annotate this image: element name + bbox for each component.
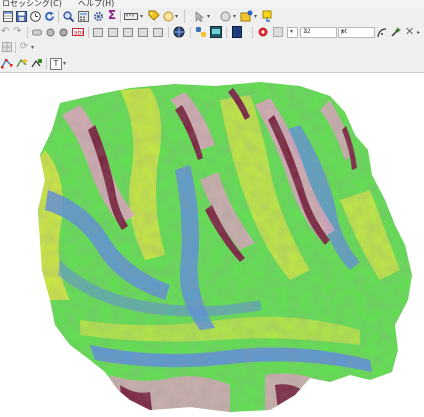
toolbar-annotations: T ▾ <box>0 55 424 73</box>
clock-icon[interactable] <box>30 11 41 22</box>
chevron-down-icon[interactable]: ▾ <box>254 13 257 20</box>
zoom-identify-icon[interactable] <box>63 11 74 22</box>
pointer-icon[interactable] <box>194 11 205 22</box>
terrain-texture <box>38 82 412 412</box>
close-icon[interactable]: ✕ <box>405 26 414 37</box>
toolbar-separator <box>190 27 191 38</box>
node-tool-icon[interactable] <box>1 58 13 69</box>
label-icon[interactable] <box>220 11 231 22</box>
curve-icon[interactable] <box>377 27 387 38</box>
calculator-icon[interactable] <box>78 11 89 22</box>
toolbar-separator <box>15 42 16 53</box>
database-icon[interactable] <box>210 26 222 38</box>
pin-icon[interactable] <box>32 28 42 37</box>
redo-icon[interactable]: ↷ <box>13 27 21 37</box>
magic-wand-icon[interactable] <box>390 26 402 38</box>
toolbar-separator <box>226 27 227 38</box>
circle-arrow-icon[interactable]: ⟳ <box>19 42 29 52</box>
unit-select[interactable]: pt ▾ <box>338 27 375 38</box>
highlight-icon[interactable] <box>262 10 273 22</box>
font-size-field[interactable]: 12 ⇕ <box>300 27 337 38</box>
toolbar-separator <box>120 10 121 23</box>
bold-icon[interactable] <box>273 27 283 37</box>
text-box-icon[interactable]: T <box>50 58 62 70</box>
chevron-right-icon[interactable]: ▸ <box>417 29 420 36</box>
menu-processing[interactable]: ロセッシング(C) <box>2 0 62 8</box>
save-edits-icon[interactable] <box>16 11 27 22</box>
select-icon[interactable] <box>163 11 174 22</box>
annotation-icon[interactable] <box>240 10 253 22</box>
sigma-icon[interactable]: Σ <box>107 9 117 21</box>
book-icon[interactable] <box>232 26 242 38</box>
map-canvas[interactable] <box>0 73 424 417</box>
toolbar-digitizing: ⟳ ▾ <box>0 40 424 56</box>
record-icon[interactable] <box>257 26 269 38</box>
move-label-icon[interactable] <box>93 28 103 37</box>
chevron-down-icon[interactable]: ▾ <box>175 13 178 20</box>
chevron-down-icon[interactable]: ▾ <box>31 44 34 51</box>
menu-help[interactable]: ヘルプ(H) <box>78 0 114 8</box>
menu-bar: ロセッシング(C) ヘルプ(H) <box>0 0 424 8</box>
chevron-down-icon[interactable]: ▾ <box>207 13 210 20</box>
rotate-label-icon[interactable] <box>108 28 118 37</box>
show-labels-icon[interactable] <box>153 28 163 37</box>
pin-labels-icon[interactable] <box>138 28 148 37</box>
python-icon[interactable] <box>195 26 207 38</box>
table-icon[interactable] <box>3 11 13 22</box>
delete-icon[interactable] <box>59 28 68 37</box>
text-icon[interactable]: abc <box>72 27 84 37</box>
font-style-dropdown[interactable]: ▾ <box>287 27 298 38</box>
toolbar-attributes: Σ ▾ ▾ ▾ ▾ ▾ <box>0 8 424 26</box>
measure-icon[interactable] <box>124 13 138 20</box>
toolbar-separator <box>168 27 169 38</box>
refresh-icon[interactable] <box>44 11 55 22</box>
toolbar-separator <box>184 10 185 23</box>
text-annotation-icon[interactable] <box>31 58 43 69</box>
toolbar-separator <box>58 10 59 23</box>
toolbar-separator <box>27 27 28 38</box>
change-label-icon[interactable] <box>123 28 133 37</box>
svg-text:abc: abc <box>74 30 84 37</box>
gear-icon[interactable] <box>93 11 104 22</box>
toolbar-separator <box>88 27 89 38</box>
globe-icon[interactable] <box>173 26 185 38</box>
toolbar-separator <box>252 27 253 38</box>
add-icon[interactable] <box>46 28 55 37</box>
terrain-raster-layer <box>38 82 412 412</box>
chevron-down-icon[interactable]: ▾ <box>63 60 66 67</box>
add-feature-icon[interactable] <box>16 58 28 69</box>
toolbar-separator <box>46 58 47 69</box>
tag-icon[interactable] <box>148 10 160 22</box>
grid-icon[interactable] <box>2 42 12 52</box>
undo-icon[interactable]: ↶ <box>1 27 9 37</box>
chevron-down-icon[interactable]: ▾ <box>233 13 236 20</box>
chevron-down-icon[interactable]: ▾ <box>140 13 143 20</box>
toolbar-labels: ↶ ↷ abc ▾ 12 ⇕ pt ▾ ✕ ▸ <box>0 25 424 41</box>
